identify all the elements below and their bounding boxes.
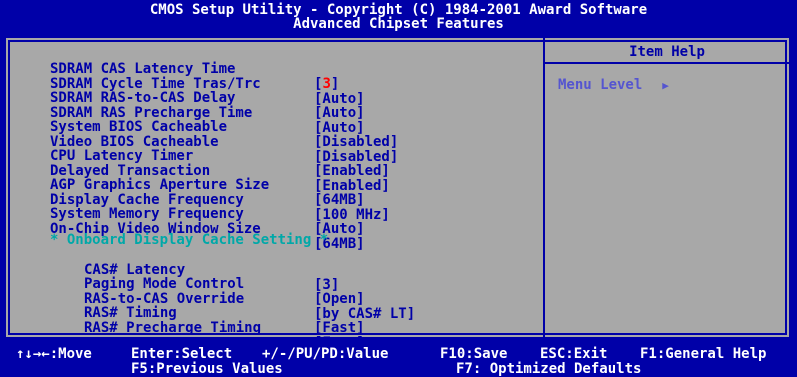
panel-divider [543, 38, 545, 337]
setting-row-cpu-latency-timer[interactable]: CPU Latency Timer [Enabled] [50, 134, 390, 179]
key-hint-select: Enter:Select [131, 346, 233, 362]
settings-list: SDRAM CAS Latency Time [3] SDRAM Cycle T… [50, 47, 415, 351]
key-hint-optimized-defaults: F7: Optimized Defaults [456, 361, 642, 377]
setting-row-ras-to-cas-override[interactable]: RAS-to-CAS Override [by CAS# LT] [50, 277, 415, 321]
key-hint-save: F10:Save [440, 346, 508, 362]
setting-row-ras-precharge-timing[interactable]: RAS# Precharge Timing [Fast] [50, 306, 365, 350]
section-header-onboard-display-cache: * Onboard Display Cache Setting * [50, 232, 329, 248]
page-title: Advanced Chipset Features [293, 16, 504, 32]
setting-row-cas-latency[interactable]: CAS# Latency [3] [50, 248, 339, 292]
setting-row-video-window-size[interactable]: On-Chip Video Window Size [64MB] [50, 207, 365, 251]
key-hint-value: +/-/PU/PD:Value [262, 346, 389, 362]
menu-level-label: Menu Level [558, 77, 643, 93]
setting-value[interactable]: [Fast] [314, 321, 365, 336]
setting-row-sdram-cycle-time[interactable]: SDRAM Cycle Time Tras/Trc [Auto] [50, 62, 365, 106]
item-help-title: Item Help [629, 44, 705, 60]
main-panel: SDRAM CAS Latency Time [3] SDRAM Cycle T… [6, 38, 789, 351]
bracket-close: ] [330, 76, 340, 92]
setting-row-ras-timing[interactable]: RAS# Timing [Fast] [50, 291, 365, 336]
setting-row-agp-aperture-size[interactable]: AGP Graphics Aperture Size [64MB] [50, 163, 365, 208]
setting-row-system-bios-cacheable[interactable]: System BIOS Cacheable [Disabled] [50, 105, 398, 150]
key-hint-general-help: F1:General Help [640, 346, 767, 362]
title-bar: CMOS Setup Utility - Copyright (C) 1984-… [0, 0, 797, 36]
menu-level-indicator: Menu Level ▶ [558, 78, 669, 93]
help-separator [545, 62, 789, 64]
setting-row-system-memory-frequency[interactable]: System Memory Frequency [Auto] [50, 192, 365, 237]
setting-row-delayed-transaction[interactable]: Delayed Transaction [Enabled] [50, 149, 390, 193]
key-hint-exit: ESC:Exit [540, 346, 608, 362]
key-hint-previous-values: F5:Previous Values [131, 361, 283, 377]
setting-row-display-cache-frequency[interactable]: Display Cache Frequency [100 MHz] [50, 178, 390, 222]
setting-row-ras-to-cas-delay[interactable]: SDRAM RAS-to-CAS Delay [Auto] [50, 76, 365, 121]
triangle-right-icon: ▶ [662, 79, 669, 92]
setting-row-video-bios-cacheable[interactable]: Video BIOS Cacheable [Disabled] [50, 120, 398, 164]
setting-row-sdram-cas-latency[interactable]: SDRAM CAS Latency Time [3] [50, 47, 339, 92]
key-hint-move: ↑↓→←:Move [16, 346, 92, 362]
setting-label: RAS# Precharge Timing [84, 319, 262, 336]
status-bar: ↑↓→←:Move Enter:Select +/-/PU/PD:Value F… [0, 341, 797, 377]
setting-row-paging-mode-control[interactable]: Paging Mode Control [Open] [50, 262, 365, 307]
setting-row-ras-precharge-time[interactable]: SDRAM RAS Precharge Time [Auto] [50, 91, 365, 135]
